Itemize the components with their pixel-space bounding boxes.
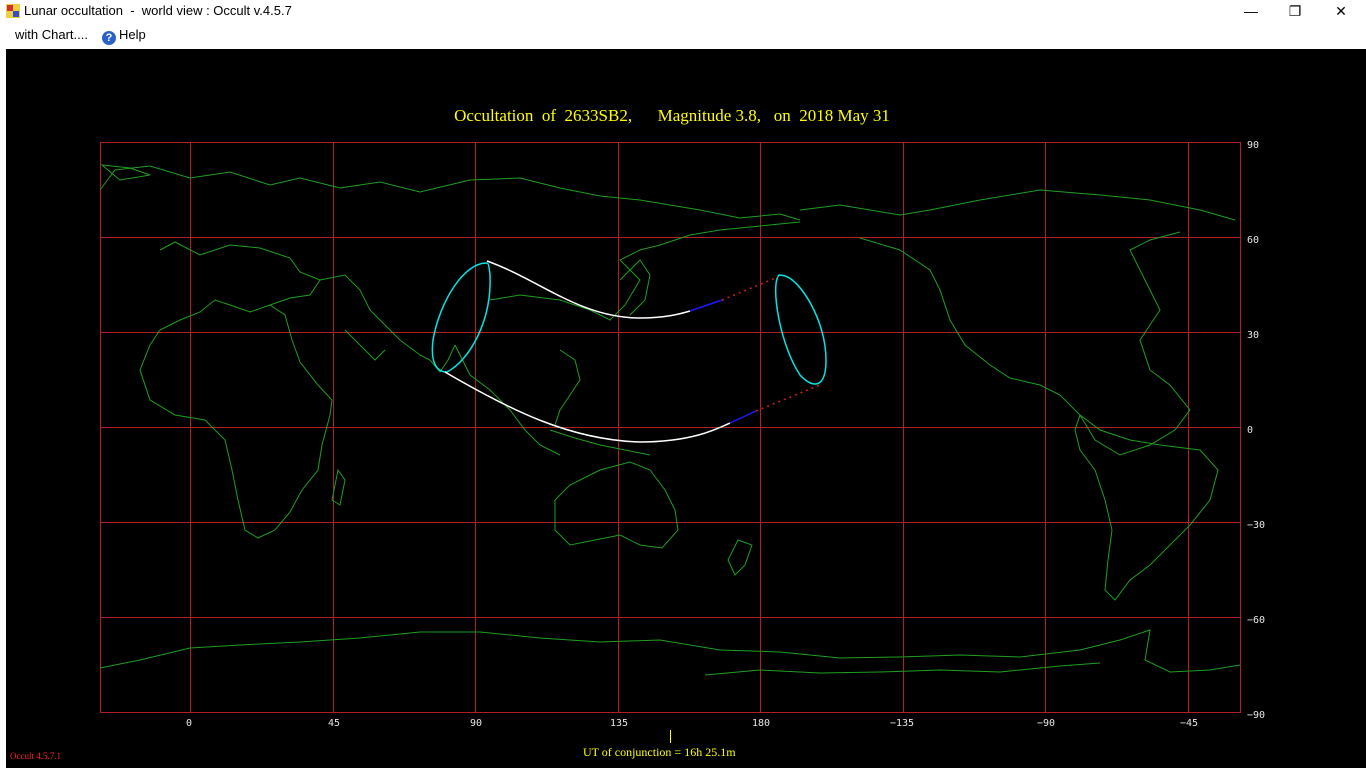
longitude-tick: −135 xyxy=(890,718,915,729)
latitude-tick: −60 xyxy=(1247,615,1266,626)
grid xyxy=(100,142,1241,713)
longitude-tick: 0 xyxy=(186,718,193,729)
longitude-tick: 45 xyxy=(328,718,341,729)
longitude-tick: −90 xyxy=(1037,718,1056,729)
longitude-tick: 180 xyxy=(752,718,771,729)
latitude-tick: −30 xyxy=(1247,520,1266,531)
latitude-tick: 30 xyxy=(1247,330,1260,341)
longitude-tick: 90 xyxy=(470,718,483,729)
occultation-path xyxy=(444,260,821,443)
conjunction-time-label: UT of conjunction = 16h 25.1m xyxy=(583,745,736,759)
latitude-tick: 90 xyxy=(1247,140,1260,151)
map-title: Occultation of 2633SB2, Magnitude 3.8, o… xyxy=(454,106,890,125)
latitude-tick: 60 xyxy=(1247,235,1260,246)
version-label: Occult 4.5.7.1 xyxy=(10,751,61,761)
latitude-tick: −90 xyxy=(1247,710,1266,721)
longitude-tick: 135 xyxy=(610,718,629,729)
coastlines xyxy=(99,164,1241,676)
longitude-tick: −45 xyxy=(1180,718,1199,729)
latitude-tick: 0 xyxy=(1247,425,1254,436)
